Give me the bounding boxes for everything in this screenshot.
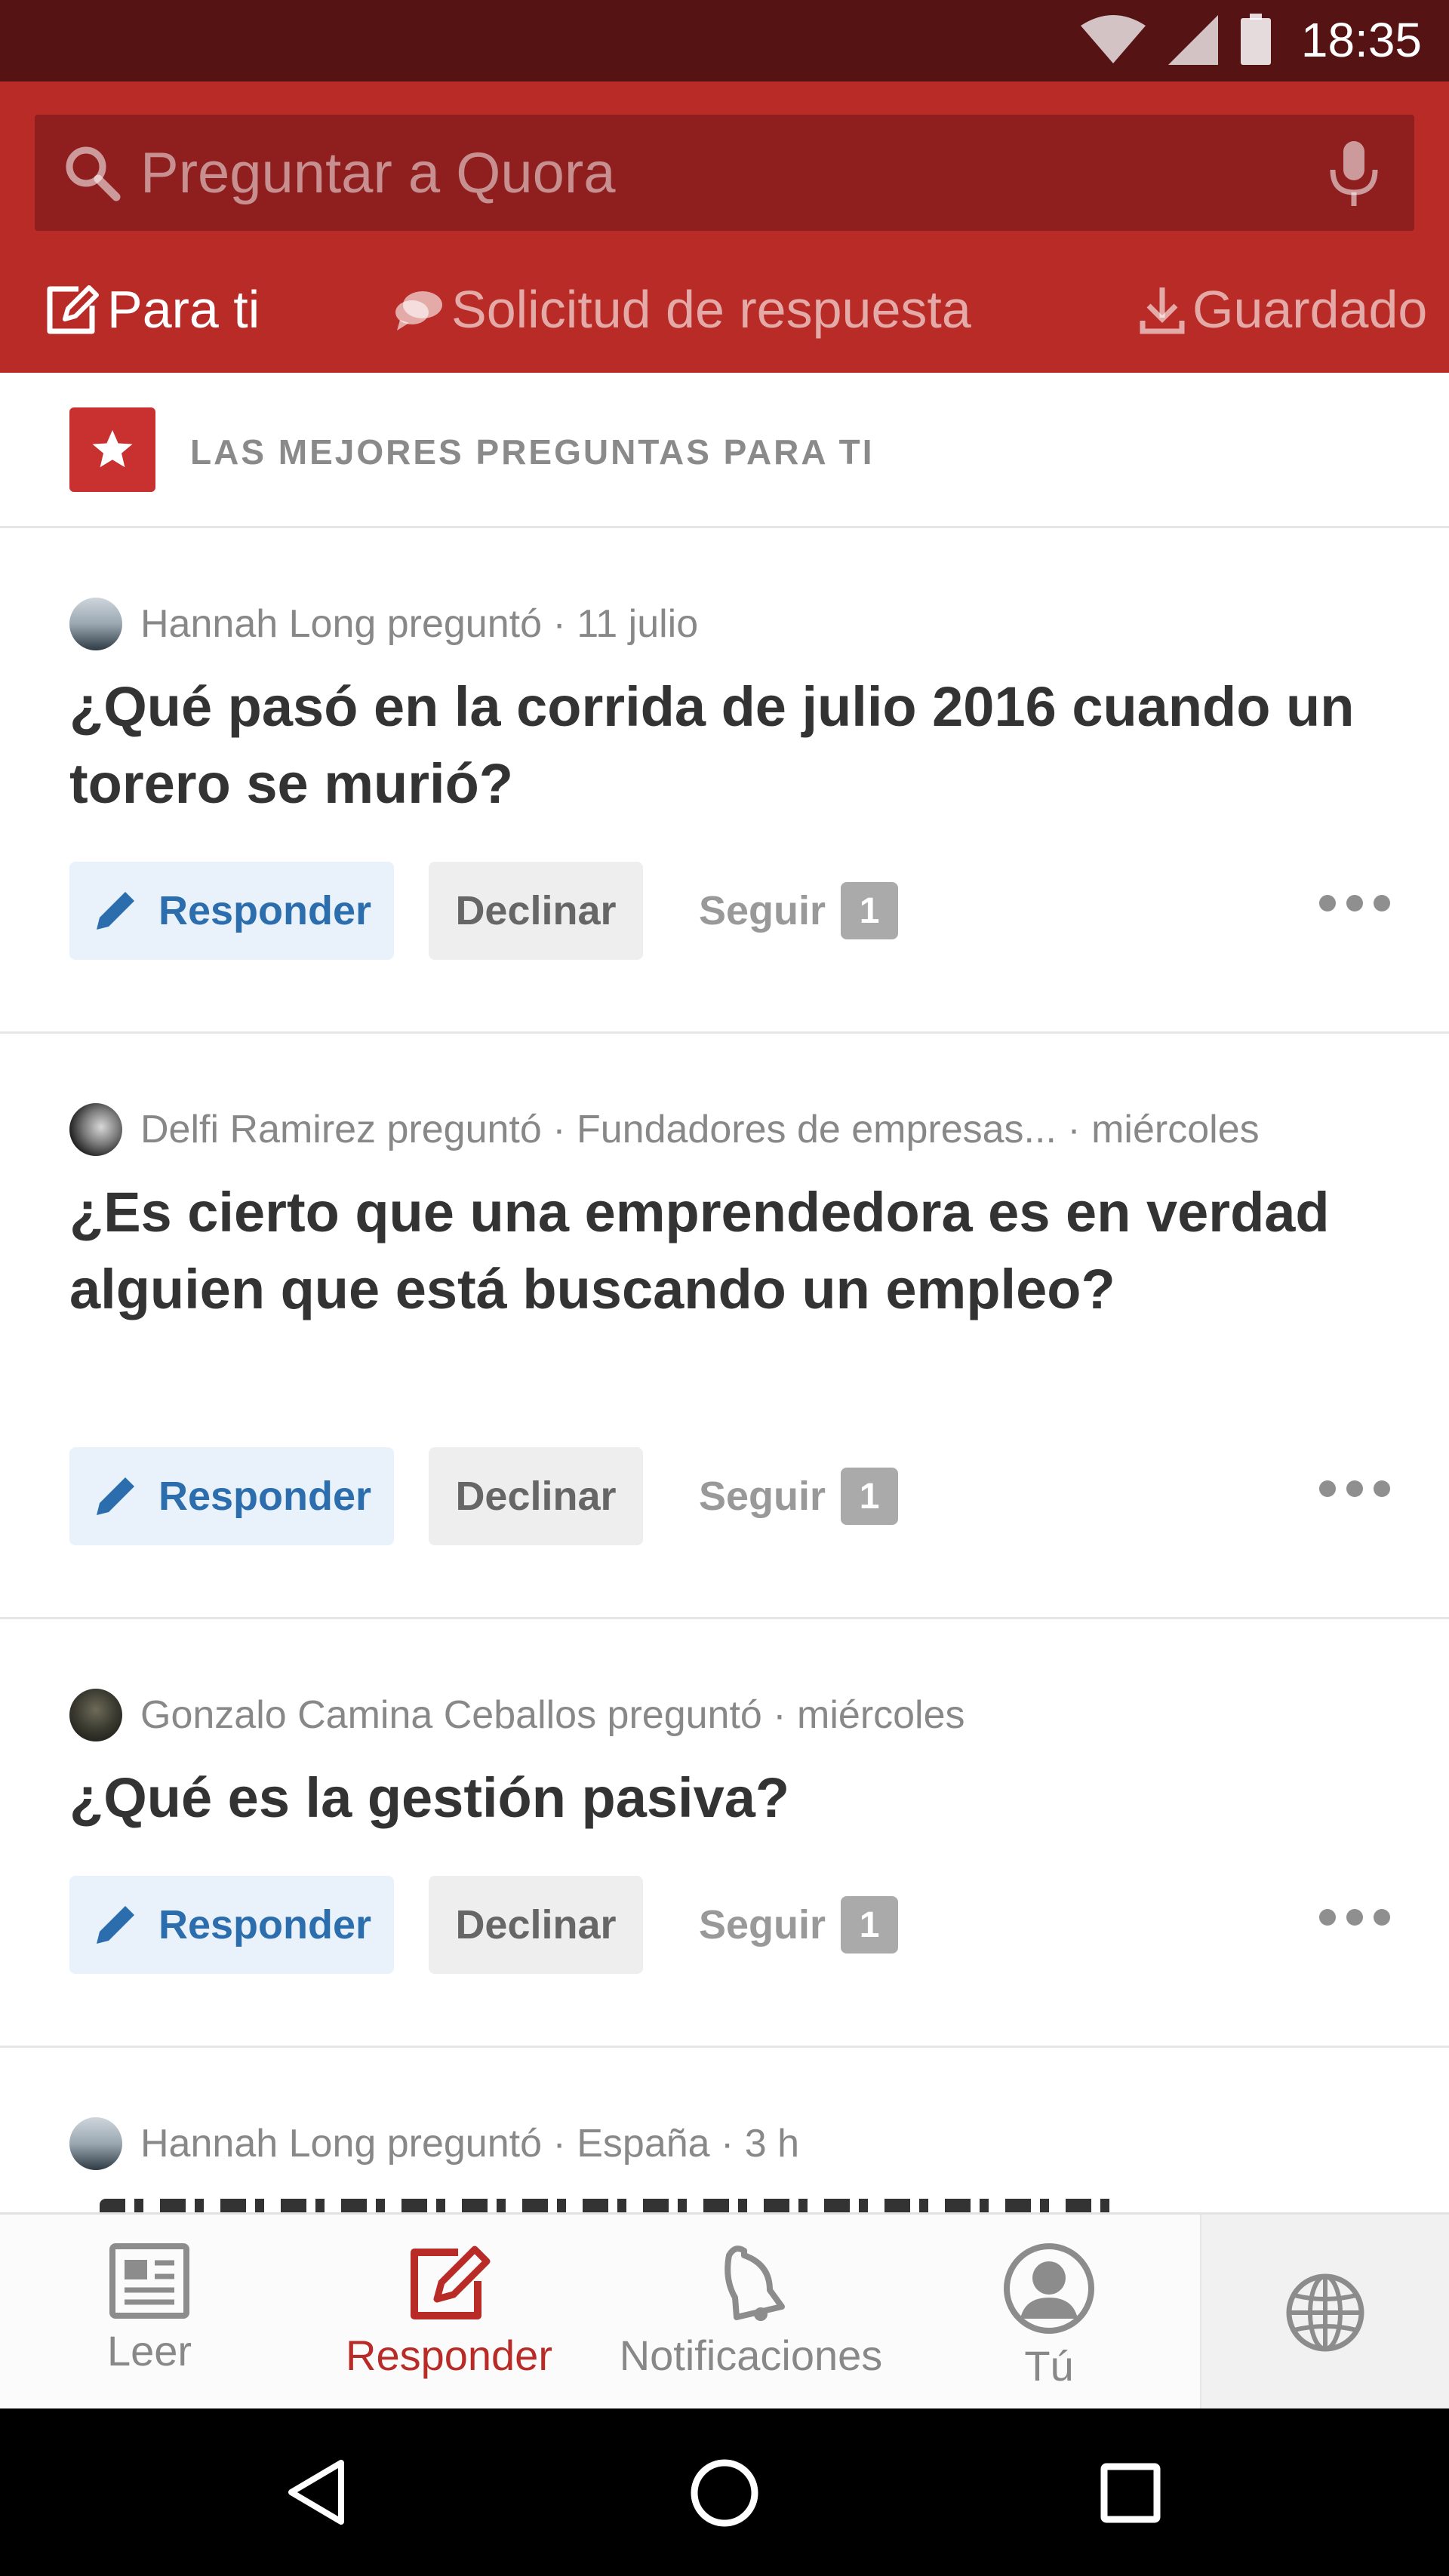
follow-label: Seguir	[699, 888, 826, 933]
question-card: Delfi Ramirez preguntó · Fundadores de e…	[0, 1034, 1449, 1619]
pencil-icon	[97, 1906, 134, 1944]
status-bar: 18:35	[0, 0, 1449, 81]
follow-button[interactable]: Seguir 1	[699, 862, 899, 960]
bell-icon	[724, 2246, 785, 2321]
globe-icon	[1286, 2273, 1364, 2352]
microphone-icon[interactable]	[1324, 138, 1384, 207]
download-icon	[1140, 287, 1185, 334]
answer-button[interactable]: Responder	[69, 1447, 394, 1545]
search-input[interactable]: Preguntar a Quora	[140, 140, 1324, 206]
tab-label: Guardado	[1192, 280, 1428, 339]
home-icon[interactable]	[690, 2458, 759, 2528]
nav-label: Notificaciones	[619, 2332, 883, 2379]
question-author-line[interactable]: Hannah Long preguntó · 11 julio	[140, 601, 698, 647]
bottom-navigation: Leer Responder Notificaciones Tú	[0, 2212, 1449, 2411]
answer-label: Responder	[158, 1902, 372, 1947]
pencil-icon	[97, 892, 134, 930]
search-icon[interactable]	[60, 141, 124, 204]
app-header: Preguntar a Quora Para ti Solicitud de r…	[0, 81, 1449, 373]
question-meta: Delfi Ramirez preguntó · Fundadores de e…	[69, 1103, 1260, 1156]
decline-label: Declinar	[455, 1474, 617, 1519]
avatar[interactable]	[69, 1103, 122, 1156]
section-header: LAS MEJORES PREGUNTAS PARA TI	[0, 373, 1449, 528]
question-actions: Responder Declinar Seguir 1	[69, 1447, 1398, 1545]
edit-icon	[47, 285, 99, 334]
question-title-cutoff[interactable]	[100, 2199, 1126, 2212]
follow-label: Seguir	[699, 1902, 826, 1947]
question-card: Hannah Long preguntó · 11 julio ¿Qué pas…	[0, 528, 1449, 1034]
question-title[interactable]: ¿Es cierto que una emprendedora es en ve…	[69, 1174, 1398, 1328]
question-meta: Hannah Long preguntó · 11 julio	[69, 598, 698, 650]
question-author-line[interactable]: Gonzalo Camina Ceballos preguntó · miérc…	[140, 1692, 965, 1738]
question-title[interactable]: ¿Qué es la gestión pasiva?	[69, 1760, 1398, 1837]
question-meta: Hannah Long preguntó · España · 3 h	[69, 2117, 799, 2170]
search-bar[interactable]: Preguntar a Quora	[35, 115, 1414, 231]
cell-signal-icon	[1168, 15, 1218, 65]
pencil-icon	[97, 1477, 134, 1515]
answer-label: Responder	[158, 888, 372, 933]
chat-bubbles-icon	[395, 291, 442, 330]
question-author-line[interactable]: Delfi Ramirez preguntó · Fundadores de e…	[140, 1107, 1260, 1152]
follow-count-badge: 1	[841, 1468, 899, 1525]
section-title: LAS MEJORES PREGUNTAS PARA TI	[190, 432, 875, 472]
question-title[interactable]: ¿Qué pasó en la corrida de julio 2016 cu…	[69, 669, 1398, 822]
nav-tu[interactable]: Tú	[974, 2215, 1124, 2411]
system-navigation-bar	[0, 2408, 1449, 2576]
decline-button[interactable]: Declinar	[429, 1876, 643, 1974]
tab-para-ti[interactable]: Para ti	[42, 279, 260, 340]
decline-button[interactable]: Declinar	[429, 1447, 643, 1545]
follow-button[interactable]: Seguir 1	[699, 1447, 899, 1545]
question-card: Gonzalo Camina Ceballos preguntó · miérc…	[0, 1619, 1449, 2048]
nav-label: Responder	[346, 2332, 552, 2379]
nav-label: Leer	[106, 2327, 192, 2375]
tab-label: Solicitud de respuesta	[451, 280, 971, 339]
decline-label: Declinar	[455, 1902, 617, 1947]
star-icon	[69, 407, 155, 492]
avatar[interactable]	[69, 598, 122, 650]
question-author-line[interactable]: Hannah Long preguntó · España · 3 h	[140, 2121, 799, 2166]
avatar[interactable]	[69, 1689, 122, 1741]
battery-icon	[1240, 14, 1271, 65]
tab-guardado[interactable]: Guardado	[1138, 279, 1427, 340]
follow-count-badge: 1	[841, 882, 899, 939]
decline-button[interactable]: Declinar	[429, 862, 643, 960]
tab-label: Para ti	[107, 280, 260, 339]
question-actions: Responder Declinar Seguir 1	[69, 1876, 1398, 1974]
question-actions: Responder Declinar Seguir 1	[69, 862, 1398, 960]
nav-language[interactable]	[1200, 2215, 1449, 2411]
answer-button[interactable]: Responder	[69, 1876, 394, 1974]
nav-label: Tú	[1024, 2342, 1074, 2390]
recents-icon[interactable]	[1100, 2463, 1161, 2523]
edit-icon	[411, 2246, 491, 2319]
follow-label: Seguir	[699, 1474, 826, 1519]
question-card: Hannah Long preguntó · España · 3 h	[0, 2048, 1449, 2212]
more-options-icon[interactable]	[1319, 1480, 1390, 1497]
more-options-icon[interactable]	[1319, 1909, 1390, 1926]
feed-tabs: Para ti Solicitud de respuesta Guardado	[0, 263, 1449, 373]
nav-notificaciones[interactable]: Notificaciones	[611, 2215, 891, 2411]
nav-responder[interactable]: Responder	[340, 2215, 558, 2411]
avatar[interactable]	[69, 2117, 122, 2170]
answer-button[interactable]: Responder	[69, 862, 394, 960]
follow-button[interactable]: Seguir 1	[699, 1876, 899, 1974]
back-icon[interactable]	[285, 2458, 349, 2526]
wifi-icon	[1080, 15, 1146, 63]
question-meta: Gonzalo Camina Ceballos preguntó · miérc…	[69, 1689, 965, 1741]
decline-label: Declinar	[455, 888, 617, 933]
more-options-icon[interactable]	[1319, 895, 1390, 911]
tab-solicitud-de-respuesta[interactable]: Solicitud de respuesta	[392, 279, 971, 340]
newspaper-icon	[109, 2243, 189, 2319]
profile-icon	[1004, 2243, 1094, 2334]
answer-label: Responder	[158, 1474, 372, 1519]
status-time: 18:35	[1300, 13, 1422, 67]
nav-leer[interactable]: Leer	[74, 2215, 225, 2411]
follow-count-badge: 1	[841, 1896, 899, 1954]
